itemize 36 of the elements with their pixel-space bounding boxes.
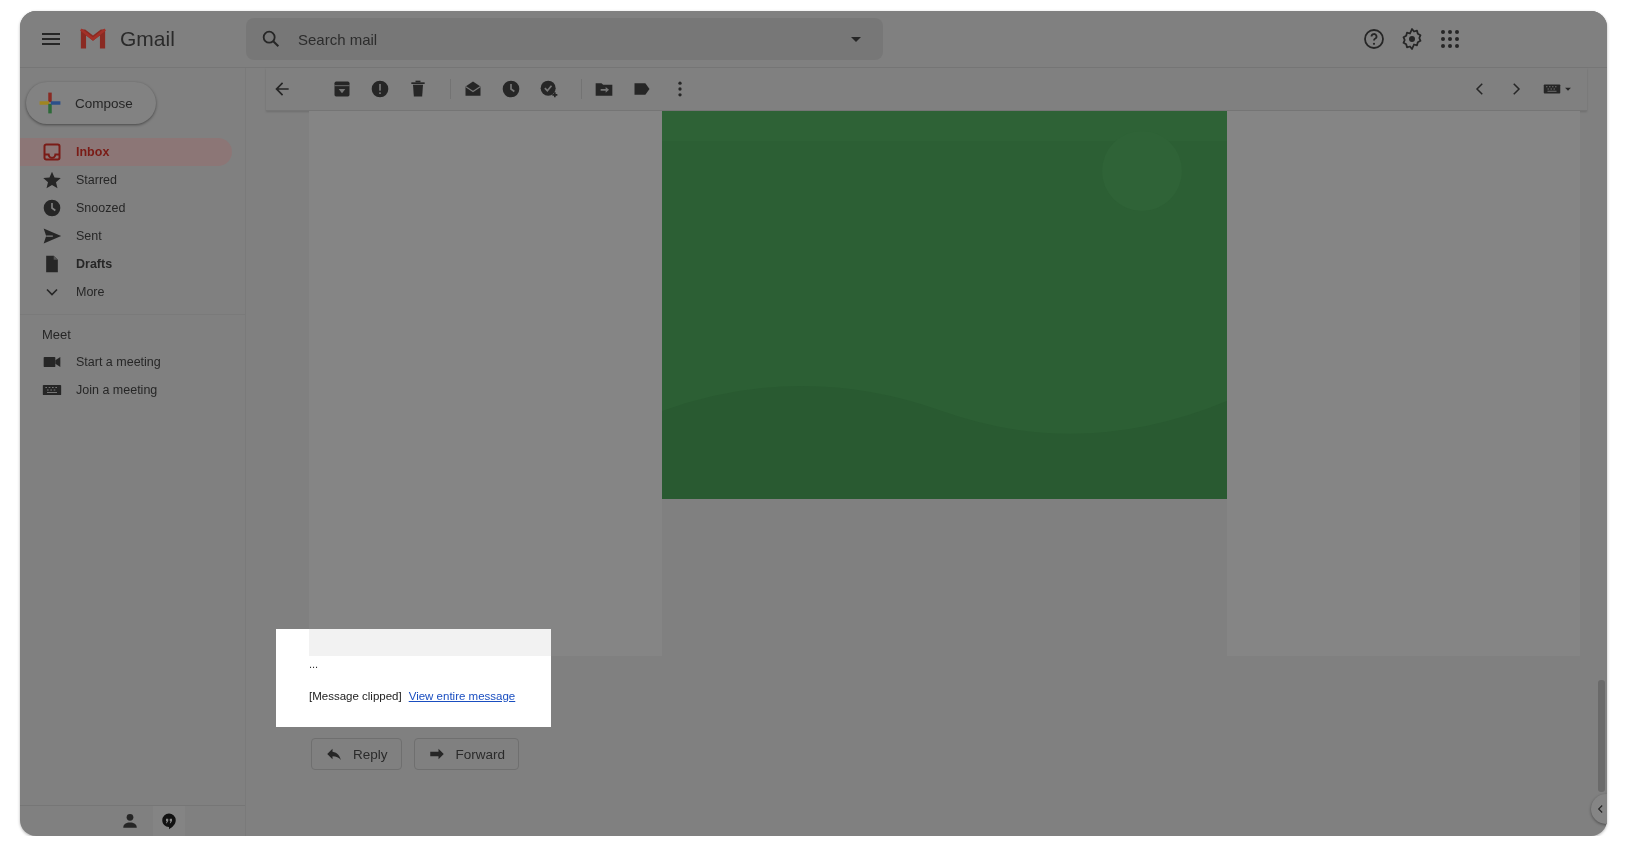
plus-icon — [37, 90, 63, 116]
clock-icon[interactable] — [501, 79, 521, 99]
clipped-note: [Message clipped] — [309, 690, 402, 702]
search-icon — [260, 28, 282, 50]
envelope-icon[interactable] — [463, 79, 483, 99]
search-bar[interactable]: Search mail — [246, 18, 883, 60]
apps-grid-icon[interactable] — [1438, 27, 1462, 51]
compose-button[interactable]: Compose — [26, 82, 156, 124]
forward-button[interactable]: Forward — [413, 738, 520, 770]
inbox-icon — [42, 142, 62, 162]
section-title: Meet — [41, 326, 72, 344]
app-name: Gmail — [120, 27, 175, 51]
send-icon — [42, 226, 62, 246]
star-icon — [42, 170, 62, 190]
view-message-link[interactable]: View entire message — [408, 690, 516, 702]
nav-item[interactable]: Snoozed — [20, 194, 232, 222]
meet-item[interactable]: Start a meeting — [20, 348, 232, 376]
ellipsis-text: ... — [309, 658, 320, 670]
exclamation-icon[interactable] — [370, 79, 390, 99]
search-field[interactable]: Search mail — [296, 29, 844, 49]
help-icon[interactable] — [1362, 27, 1386, 51]
settings-icon[interactable] — [1400, 27, 1424, 51]
speech-bubble-icon — [160, 812, 178, 830]
nav-item[interactable]: Starred — [20, 166, 232, 194]
nav-item[interactable]: More — [20, 278, 232, 306]
nav-item[interactable]: Drafts — [20, 250, 232, 278]
chat-tab[interactable] — [153, 806, 185, 836]
nav-item[interactable]: Inbox — [20, 138, 232, 166]
trash-icon[interactable] — [408, 79, 428, 99]
check-plus-icon[interactable] — [539, 79, 559, 99]
clock-icon — [42, 198, 62, 218]
person-icon[interactable] — [121, 812, 139, 830]
reply-button[interactable]: Reply — [311, 738, 402, 770]
nav-item[interactable]: Sent — [20, 222, 232, 250]
archive-icon[interactable] — [332, 79, 352, 99]
meet-item[interactable]: Join a meeting — [20, 376, 232, 404]
